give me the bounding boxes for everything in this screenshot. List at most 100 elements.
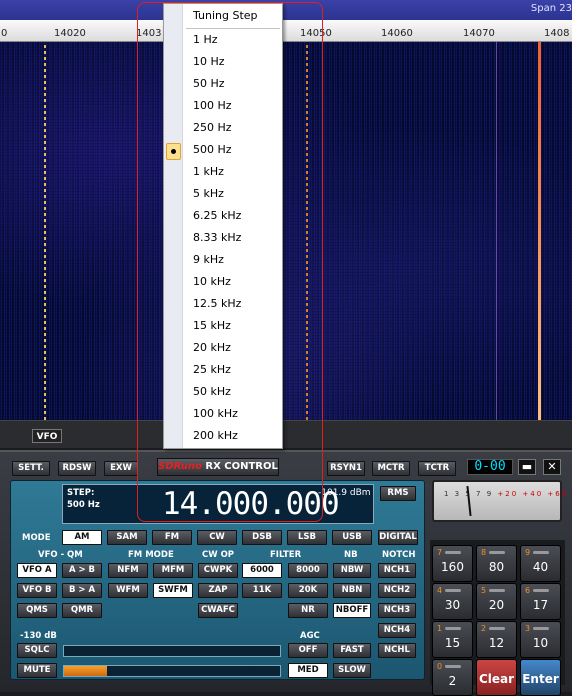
step-label[interactable]: STEP: 500 Hz	[67, 487, 100, 511]
fm-mode-label: FM MODE	[128, 550, 174, 560]
key-number: 9	[525, 548, 531, 557]
key-label: 2	[448, 674, 457, 688]
mute-button[interactable]: MUTE	[17, 663, 57, 678]
key-indicator	[533, 551, 549, 554]
key-label: 10	[532, 636, 549, 650]
cw-op-label: CW OP	[202, 550, 235, 560]
key-indicator	[489, 627, 505, 630]
mode-lsb-button[interactable]: LSB	[287, 530, 327, 545]
close-button[interactable]: ✕	[543, 459, 561, 475]
key-label: Enter	[522, 672, 559, 686]
rms-button[interactable]: RMS	[380, 486, 416, 501]
nch3-button[interactable]: NCH3	[378, 603, 416, 618]
agc-slow-button[interactable]: SLOW	[333, 663, 371, 678]
signal-trace	[538, 42, 541, 420]
rdsw-button[interactable]: RDSW	[58, 461, 96, 476]
nfm-button[interactable]: NFM	[108, 563, 148, 578]
b-to-a-button[interactable]: B > A	[62, 583, 102, 598]
key-enter[interactable]: Enter	[520, 659, 561, 696]
tctr-button[interactable]: TCTR	[418, 461, 456, 476]
nch2-button[interactable]: NCH2	[378, 583, 416, 598]
s-meter-scale: 1 3 5 7 9 +20 +40 +60	[444, 490, 568, 498]
a-to-b-button[interactable]: A > B	[62, 563, 102, 578]
qms-button[interactable]: QMS	[17, 603, 57, 618]
scale-tick-label: 1408	[544, 28, 570, 39]
key-indicator	[445, 627, 461, 630]
mode-sam-button[interactable]: SAM	[107, 530, 147, 545]
vfo-a-button[interactable]: VFO A	[17, 563, 57, 578]
nch4-button[interactable]: NCH4	[378, 623, 416, 638]
key-4[interactable]: 4 30	[432, 583, 473, 620]
key-clear[interactable]: Clear	[476, 659, 517, 696]
agc-off-button[interactable]: OFF	[288, 643, 328, 658]
nbn-button[interactable]: NBN	[333, 583, 371, 598]
cwpk-button[interactable]: CWPK	[198, 563, 238, 578]
filter-20k-button[interactable]: 20K	[288, 583, 328, 598]
nch1-button[interactable]: NCH1	[378, 563, 416, 578]
squelch-level-label: -130 dB	[20, 631, 57, 641]
key-1[interactable]: 1 15	[432, 621, 473, 658]
key-indicator	[445, 551, 461, 554]
squelch-slider[interactable]	[63, 645, 281, 657]
signal-level-readout: -101.9 dBm	[318, 488, 371, 498]
mode-cw-button[interactable]: CW	[197, 530, 237, 545]
nbw-button[interactable]: NBW	[333, 563, 371, 578]
volume-slider[interactable]	[63, 665, 281, 677]
highlight-outline	[137, 2, 323, 522]
mfm-button[interactable]: MFM	[153, 563, 193, 578]
agc-med-button[interactable]: MED	[288, 663, 328, 678]
filter-label: FILTER	[270, 550, 302, 560]
filter-6000-button[interactable]: 6000	[242, 563, 282, 578]
key-7[interactable]: 7 160	[432, 545, 473, 582]
key-3[interactable]: 3 10	[520, 621, 561, 658]
mode-label: MODE	[22, 533, 51, 543]
key-indicator	[489, 589, 505, 592]
vfo-tab[interactable]: VFO	[32, 429, 62, 443]
key-label: 30	[444, 598, 461, 612]
key-8[interactable]: 8 80	[476, 545, 517, 582]
key-label: 80	[488, 560, 505, 574]
exw-button[interactable]: EXW	[104, 461, 138, 476]
volume-fill	[64, 666, 108, 676]
qmr-button[interactable]: QMR	[62, 603, 102, 618]
key-number: 1	[437, 624, 443, 633]
minimize-button[interactable]: ▬	[518, 459, 536, 475]
rsyn1-button[interactable]: RSYN1	[327, 461, 365, 476]
key-5[interactable]: 5 20	[476, 583, 517, 620]
key-6[interactable]: 6 17	[520, 583, 561, 620]
wfm-button[interactable]: WFM	[108, 583, 148, 598]
sett-button[interactable]: SETT.	[12, 461, 50, 476]
key-9[interactable]: 9 40	[520, 545, 561, 582]
mode-usb-button[interactable]: USB	[332, 530, 372, 545]
key-label: Clear	[478, 672, 515, 686]
key-0[interactable]: 02	[432, 659, 473, 696]
filter-8000-button[interactable]: 8000	[288, 563, 328, 578]
key-number: 3	[525, 624, 531, 633]
key-label: 20	[488, 598, 505, 612]
key-label: 160	[441, 560, 464, 574]
nr-button[interactable]: NR	[288, 603, 328, 618]
nchl-button[interactable]: NCHL	[378, 643, 416, 658]
mode-dsb-button[interactable]: DSB	[242, 530, 282, 545]
scale-tick-label: 14020	[54, 28, 86, 39]
key-2[interactable]: 2 12	[476, 621, 517, 658]
key-number: 4	[437, 586, 443, 595]
agc-fast-button[interactable]: FAST	[333, 643, 371, 658]
notch-label: NOTCH	[382, 550, 416, 560]
nboff-button[interactable]: NBOFF	[333, 603, 371, 618]
digital-button[interactable]: DIGITAL	[378, 530, 418, 545]
scale-tick-label: 0	[1, 28, 8, 39]
mctr-button[interactable]: MCTR	[372, 461, 410, 476]
sqlc-button[interactable]: SQLC	[17, 643, 57, 658]
zap-button[interactable]: ZAP	[198, 583, 238, 598]
key-indicator	[445, 665, 461, 668]
vfo-b-button[interactable]: VFO B	[17, 583, 57, 598]
mode-fm-button[interactable]: FM	[152, 530, 192, 545]
key-label: 12	[488, 636, 505, 650]
scale-tick-label: 14070	[463, 28, 495, 39]
swfm-button[interactable]: SWFM	[153, 583, 193, 598]
nb-label: NB	[344, 550, 358, 560]
cwafc-button[interactable]: CWAFC	[198, 603, 238, 618]
filter-11k-button[interactable]: 11K	[242, 583, 282, 598]
mode-am-button[interactable]: AM	[62, 530, 102, 545]
